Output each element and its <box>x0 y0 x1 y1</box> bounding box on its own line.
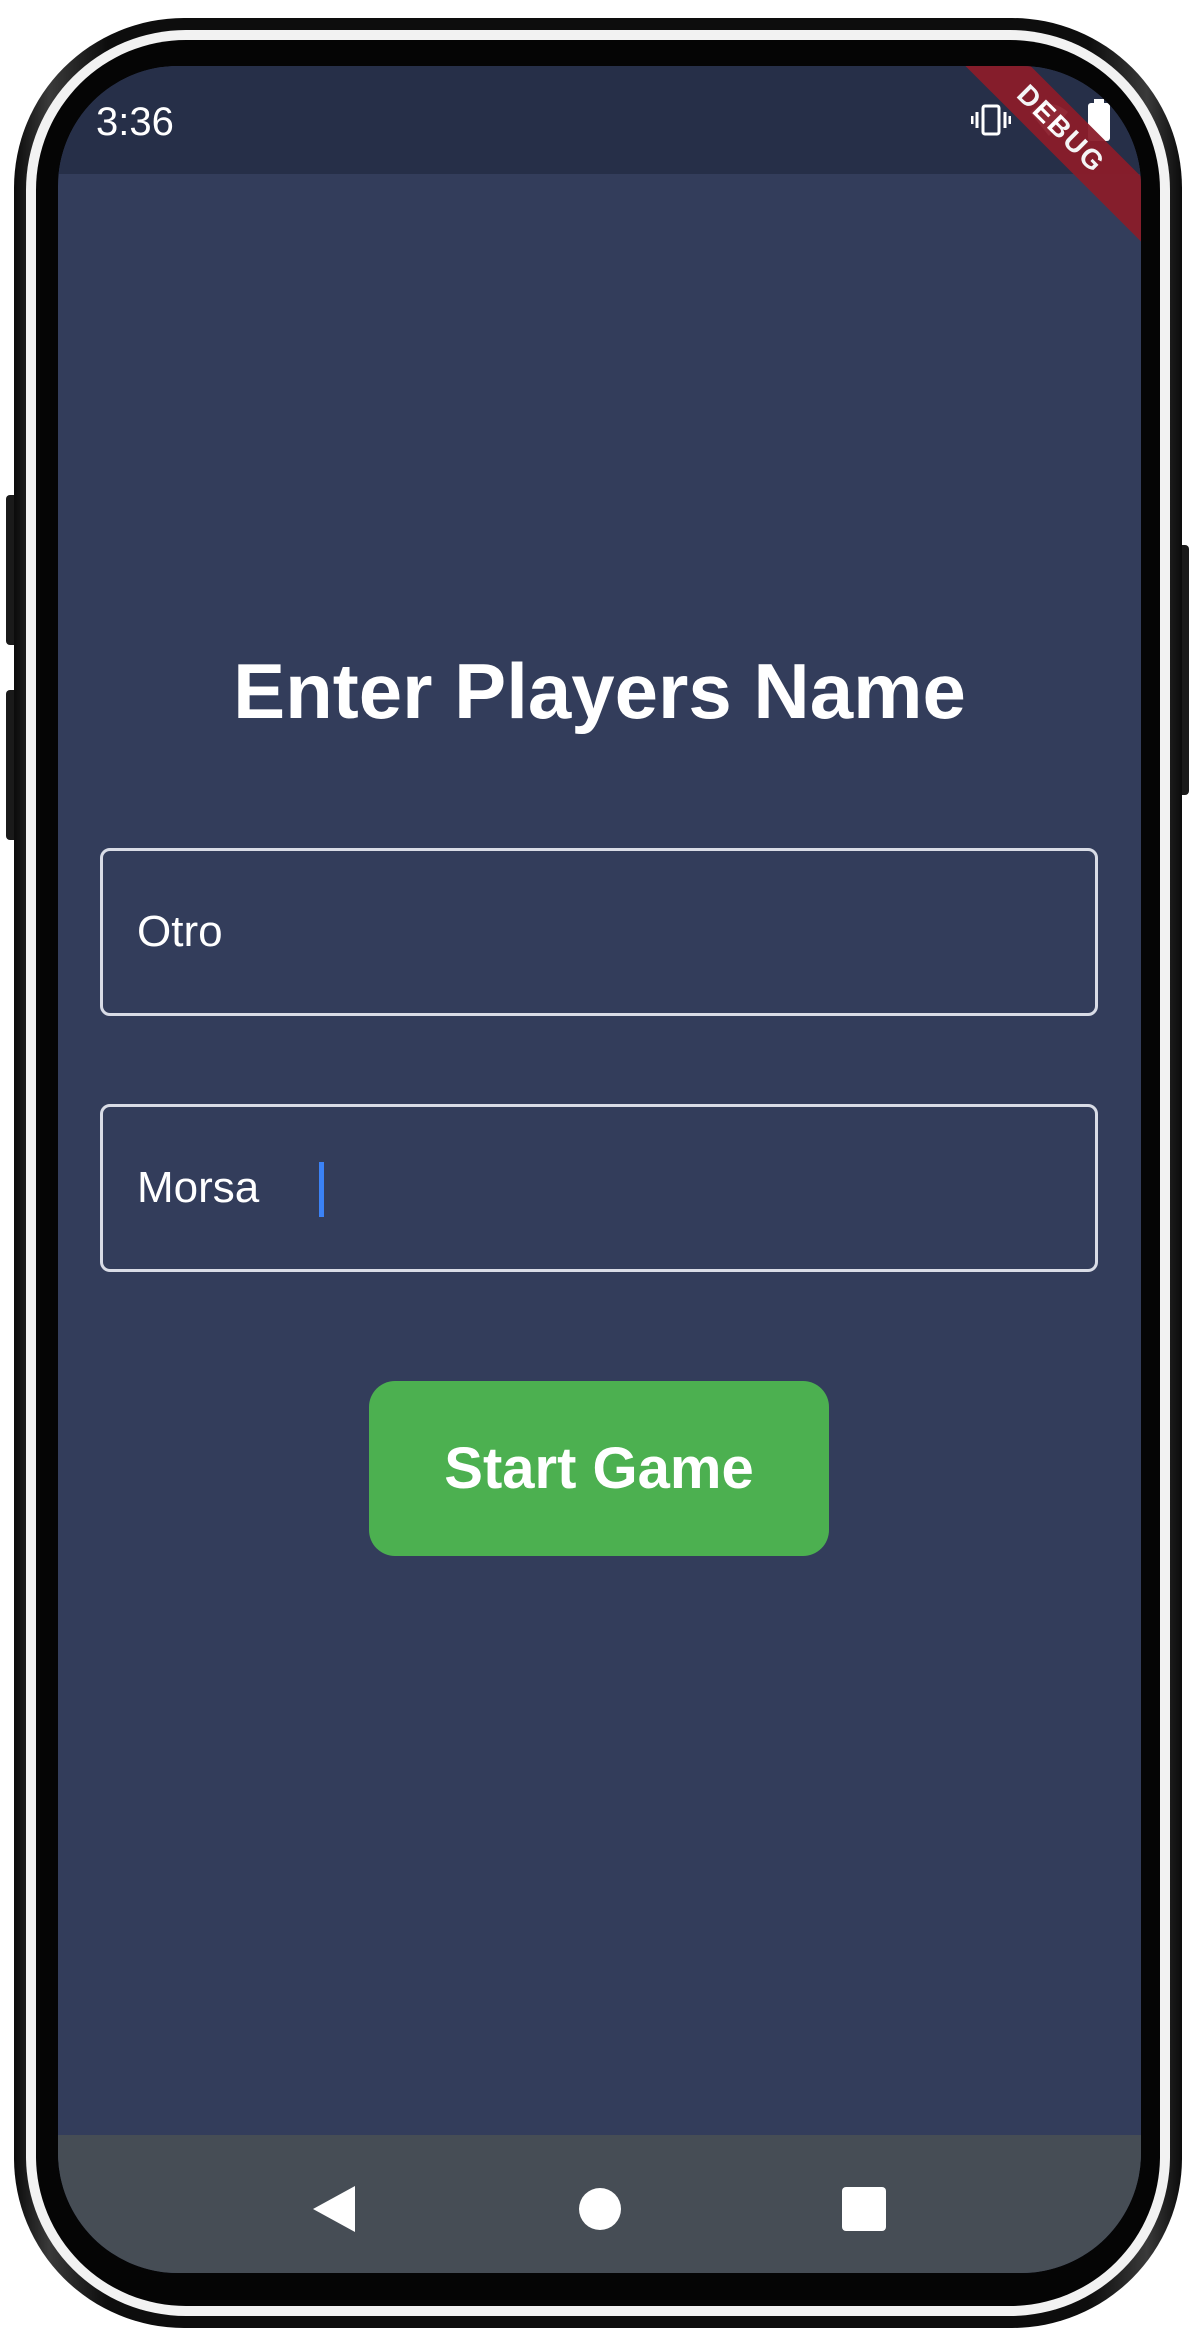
navigation-bar <box>58 2135 1141 2273</box>
text-cursor <box>319 1162 324 1217</box>
debug-banner: DEBUG <box>938 66 1141 252</box>
player1-input[interactable] <box>103 851 1095 1013</box>
status-time: 3:36 <box>96 100 174 144</box>
page-title: Enter Players Name <box>233 647 966 735</box>
app-screen: 3:36 DEBUG Enter Players Name Otro Morsa… <box>58 66 1141 2273</box>
status-bar: 3:36 DEBUG <box>58 66 1141 252</box>
start-game-button[interactable]: Start Game <box>369 1381 829 1556</box>
player2-field[interactable] <box>100 1104 1098 1272</box>
back-icon[interactable] <box>304 2179 364 2239</box>
player1-field[interactable] <box>100 848 1098 1016</box>
recents-icon[interactable] <box>834 2179 894 2239</box>
player2-input[interactable] <box>103 1107 1095 1269</box>
home-icon[interactable] <box>570 2179 630 2239</box>
